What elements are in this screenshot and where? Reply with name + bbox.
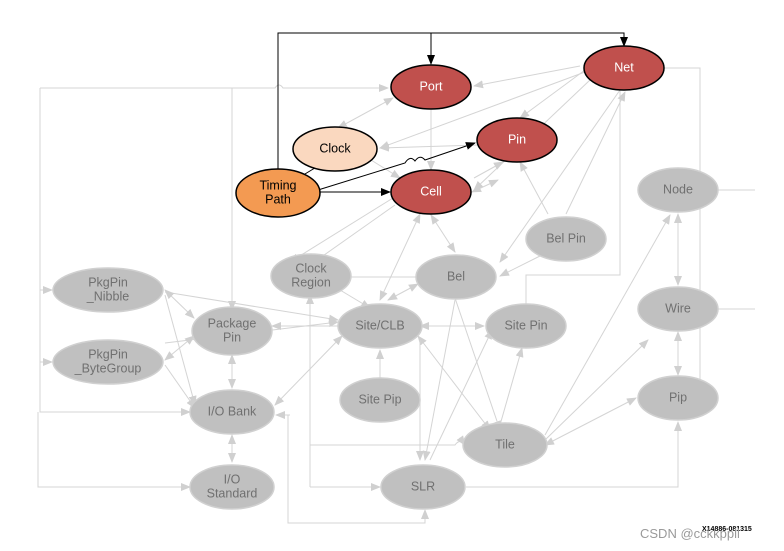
node-pkgpin-nibble: PkgPin_Nibble: [52, 267, 164, 313]
node-clock-region: ClockRegion: [270, 253, 352, 299]
node-label: Bel Pin: [546, 231, 586, 245]
node-label: Node: [663, 182, 693, 196]
edge: [499, 255, 541, 277]
node-site-clb: Site/CLB: [337, 303, 423, 349]
node-wire: Wire: [637, 286, 719, 332]
edge: [473, 65, 581, 89]
node-label: Region: [291, 275, 331, 289]
node-label: Timing: [259, 178, 296, 192]
node-port: Port: [390, 64, 472, 110]
node-label: Package: [208, 316, 257, 330]
node-cell: Cell: [390, 169, 472, 215]
node-tile: Tile: [462, 422, 548, 468]
edge: [274, 335, 343, 406]
edge: [417, 335, 491, 431]
node-timing-path: TimingPath: [235, 168, 321, 218]
edge: [519, 161, 549, 215]
watermark: CSDN @cckkppll: [640, 526, 740, 541]
node-slr: SLR: [380, 464, 466, 510]
node-pip: Pip: [637, 375, 719, 421]
node-io-standard: I/OStandard: [189, 464, 275, 510]
node-label: Port: [420, 79, 443, 93]
node-label: Pin: [508, 132, 526, 146]
relationship-diagram: Net Port Pin Cell Clock TimingPath Node Wire Pip…: [37, 32, 755, 541]
node-label: Wire: [665, 301, 691, 315]
node-label: Clock: [319, 141, 351, 155]
node-package-pin: PackagePin: [191, 306, 273, 356]
node-label: PkgPin: [88, 347, 128, 361]
node-label: Site Pin: [504, 318, 547, 332]
node-label: Pin: [223, 330, 241, 344]
edge: [379, 213, 421, 301]
node-net: Net: [583, 45, 665, 91]
node-label: I/O: [224, 472, 241, 486]
node-label: Bel: [447, 269, 465, 283]
node-label: _ByteGroup: [74, 361, 142, 375]
node-label: Cell: [420, 184, 442, 198]
edge: [164, 294, 197, 406]
edge: [471, 179, 499, 193]
edge: [40, 84, 389, 92]
edge: [310, 435, 466, 446]
node-label: Pip: [669, 390, 687, 404]
node-label: Path: [265, 192, 291, 206]
node-bel: Bel: [415, 254, 497, 300]
node-node: Node: [637, 167, 719, 213]
edge: [422, 299, 456, 461]
node-site-pip: Site Pip: [339, 377, 421, 423]
node-label: Clock: [295, 261, 327, 275]
edge: [640, 67, 701, 399]
node-io-bank: I/O Bank: [189, 389, 275, 435]
edge-timing-to-net: [431, 32, 628, 47]
node-label: Site/CLB: [355, 318, 404, 332]
node-label: I/O Bank: [208, 404, 257, 418]
node-label: SLR: [411, 479, 435, 493]
edge: [544, 339, 649, 441]
node-label: Site Pip: [358, 392, 401, 406]
node-pkgpin-bytegroup: PkgPin_ByteGroup: [52, 339, 164, 385]
node-site-pin: Site Pin: [485, 303, 567, 349]
edge: [499, 347, 524, 426]
node-label: PkgPin: [88, 275, 128, 289]
node-label: Net: [614, 60, 634, 74]
edge: [565, 91, 626, 215]
edge: [430, 214, 456, 253]
edge: [544, 397, 637, 446]
edge: [337, 97, 394, 129]
edge: [164, 364, 196, 409]
edge: [387, 283, 419, 301]
node-bel-pin: Bel Pin: [525, 216, 607, 262]
node-label: Tile: [495, 437, 515, 451]
node-label: _Nibble: [86, 289, 129, 303]
node-label: Standard: [207, 486, 258, 500]
node-clock: Clock: [292, 126, 378, 172]
edge: [37, 412, 191, 491]
node-pin: Pin: [476, 117, 558, 163]
